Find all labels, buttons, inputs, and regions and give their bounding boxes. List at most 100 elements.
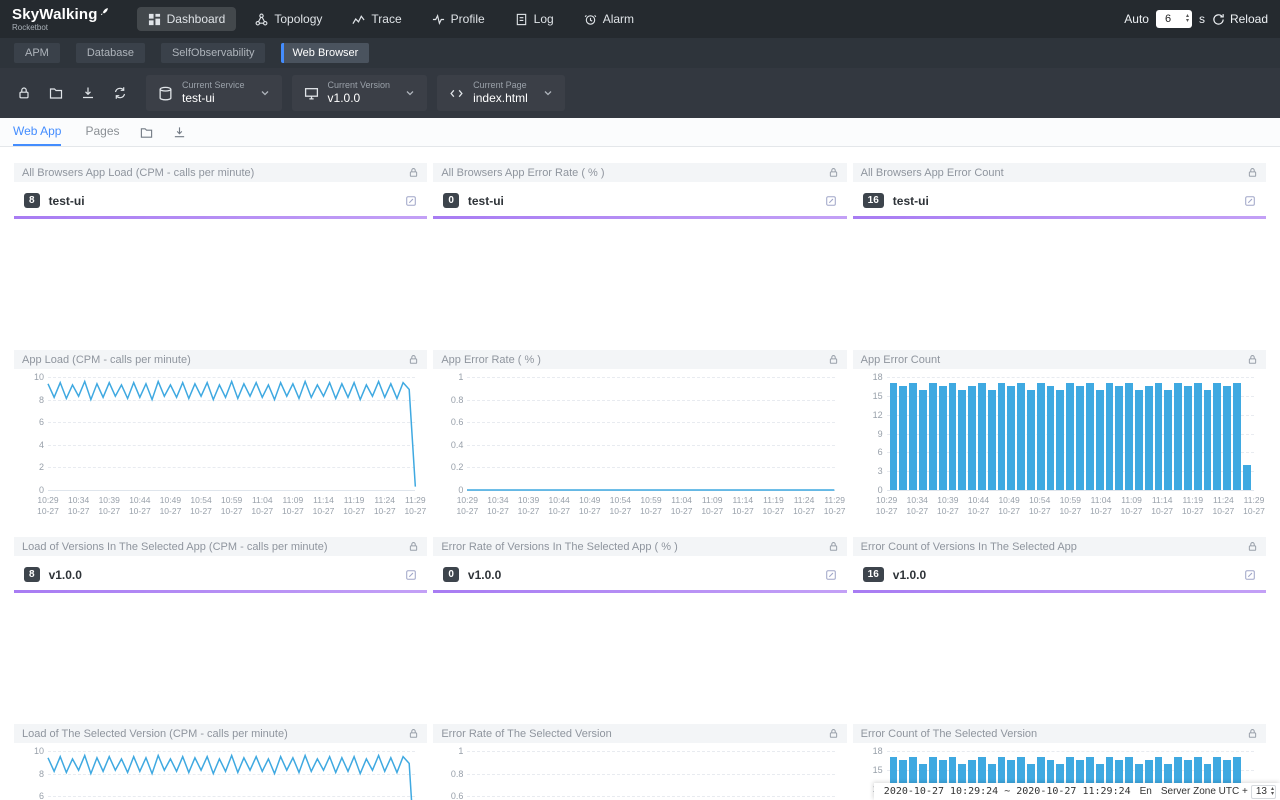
lock-icon[interactable] [828,167,839,178]
y-axis-label: 8 [16,769,44,779]
time-range[interactable]: 2020-10-27 10:29:24 ~ 2020-10-27 11:29:2… [884,786,1131,797]
tab-selfobservability[interactable]: SelfObservability [161,43,266,63]
x-tick-time: 10:39 [98,495,120,506]
bar [1047,386,1055,490]
instance-name: test-ui [468,194,504,208]
download-icon[interactable] [173,126,186,139]
import-folder-icon[interactable] [40,86,72,100]
x-tick-date: 10-27 [671,506,693,517]
auto-interval-stepper[interactable]: ▴ ▾ [1186,14,1189,24]
x-axis-label: 10:4410-27 [548,495,570,517]
app-logo[interactable]: SkyWalking Rocketbot [12,7,109,32]
x-axis-label: 11:1910-27 [1182,495,1204,517]
service-selector[interactable]: Current Service test-ui [146,75,282,111]
x-tick-date: 10-27 [1243,506,1265,517]
x-tick-date: 10-27 [906,506,928,517]
version-selector[interactable]: Current Version v1.0.0 [292,75,428,111]
bar [1096,390,1104,490]
card-header: App Load (CPM - calls per minute) [14,350,427,369]
chart-card: App Error Rate ( % )00.20.40.60.8110:291… [433,350,846,531]
tab-apm[interactable]: APM [14,43,60,63]
folder-icon[interactable] [140,126,153,139]
instance-row[interactable]: 16 v1.0.0 [853,556,1266,590]
lock-icon[interactable] [408,354,419,365]
profile-icon [432,13,445,26]
lock-toolbar-icon[interactable] [8,86,40,100]
x-tick-date: 10-27 [640,506,662,517]
y-axis-label: 1 [435,746,463,756]
lock-icon[interactable] [828,728,839,739]
zone-stepper[interactable]: ▴ ▾ [1271,787,1274,797]
nav-dashboard[interactable]: Dashboard [137,7,237,31]
lock-icon[interactable] [408,728,419,739]
code-icon [449,86,464,101]
edit-icon[interactable] [825,569,837,581]
x-axis-label: 10:4410-27 [968,495,990,517]
y-axis-label: 1 [435,372,463,382]
dashboard-toolbar: Current Service test-ui Current Version … [0,68,1280,118]
lock-icon[interactable] [408,541,419,552]
lock-icon[interactable] [828,541,839,552]
x-tick-time: 10:44 [548,495,570,506]
lock-icon[interactable] [1247,541,1258,552]
edit-icon[interactable] [1244,195,1256,207]
instance-row[interactable]: 8test-ui [14,182,427,216]
auto-reload-controls: Auto 6 ▴ ▾ s Reload [1124,10,1268,28]
selector-label: Current Page [473,80,528,91]
nav-label: Log [534,12,554,26]
alarm-icon [584,13,597,26]
lock-icon[interactable] [828,354,839,365]
tab-database[interactable]: Database [76,43,145,63]
zone-offset-input[interactable]: 13 ▴ ▾ [1251,785,1276,799]
nav-profile[interactable]: Profile [421,7,496,31]
x-axis-label: 10:5410-27 [610,495,632,517]
sync-icon[interactable] [104,86,136,100]
export-download-icon[interactable] [72,86,104,100]
nav-topology[interactable]: Topology [244,7,333,31]
instance-row[interactable]: 0test-ui [433,182,846,216]
auto-interval-value: 6 [1165,13,1182,25]
bar [919,390,927,490]
nav-alarm[interactable]: Alarm [573,7,645,31]
lock-icon[interactable] [408,167,419,178]
card-title: Error Count of Versions In The Selected … [861,541,1077,553]
tab-pages[interactable]: Pages [85,118,119,146]
stepper-down-icon[interactable]: ▾ [1186,19,1189,24]
lock-icon[interactable] [1247,167,1258,178]
edit-icon[interactable] [405,195,417,207]
x-tick-time: 11:04 [1090,495,1112,506]
instance-row[interactable]: 16test-ui [853,182,1266,216]
reload-button[interactable]: Reload [1212,12,1268,26]
bar [1086,383,1094,490]
lock-icon[interactable] [1247,728,1258,739]
language-toggle[interactable]: En [1140,786,1152,797]
y-axis-label: 12 [855,410,883,420]
lock-icon[interactable] [1247,354,1258,365]
auto-interval-input[interactable]: 6 ▴ ▾ [1156,10,1192,28]
instance-row[interactable]: 8v1.0.0 [14,556,427,590]
x-axis-label: 11:1910-27 [343,495,365,517]
instance-row[interactable]: 0v1.0.0 [433,556,846,590]
x-axis-label: 11:1410-27 [313,495,335,517]
main-nav: Dashboard Topology Trace Profile Log Ala… [137,7,645,31]
x-axis-label: 11:2410-27 [374,495,396,517]
bar [1125,383,1133,490]
chart: 00.20.40.60.8110:2910-2710:3410-2710:391… [433,743,846,800]
instance-name: v1.0.0 [893,568,926,582]
instance-name: v1.0.0 [49,568,82,582]
edit-icon[interactable] [825,195,837,207]
selection-bar [853,590,1266,593]
nav-log[interactable]: Log [504,7,565,31]
value-badge: 0 [443,567,459,582]
edit-icon[interactable] [405,569,417,581]
page-selector[interactable]: Current Page index.html [437,75,565,111]
edit-icon[interactable] [1244,569,1256,581]
value-badge: 16 [863,567,884,582]
nav-trace[interactable]: Trace [341,7,412,31]
tab-web-browser[interactable]: Web Browser [281,43,369,63]
instance-name: test-ui [49,194,85,208]
stepper-down-icon[interactable]: ▾ [1271,792,1274,797]
tab-web-app[interactable]: Web App [13,118,61,146]
x-axis-label: 11:2410-27 [1213,495,1235,517]
bar [978,383,986,490]
